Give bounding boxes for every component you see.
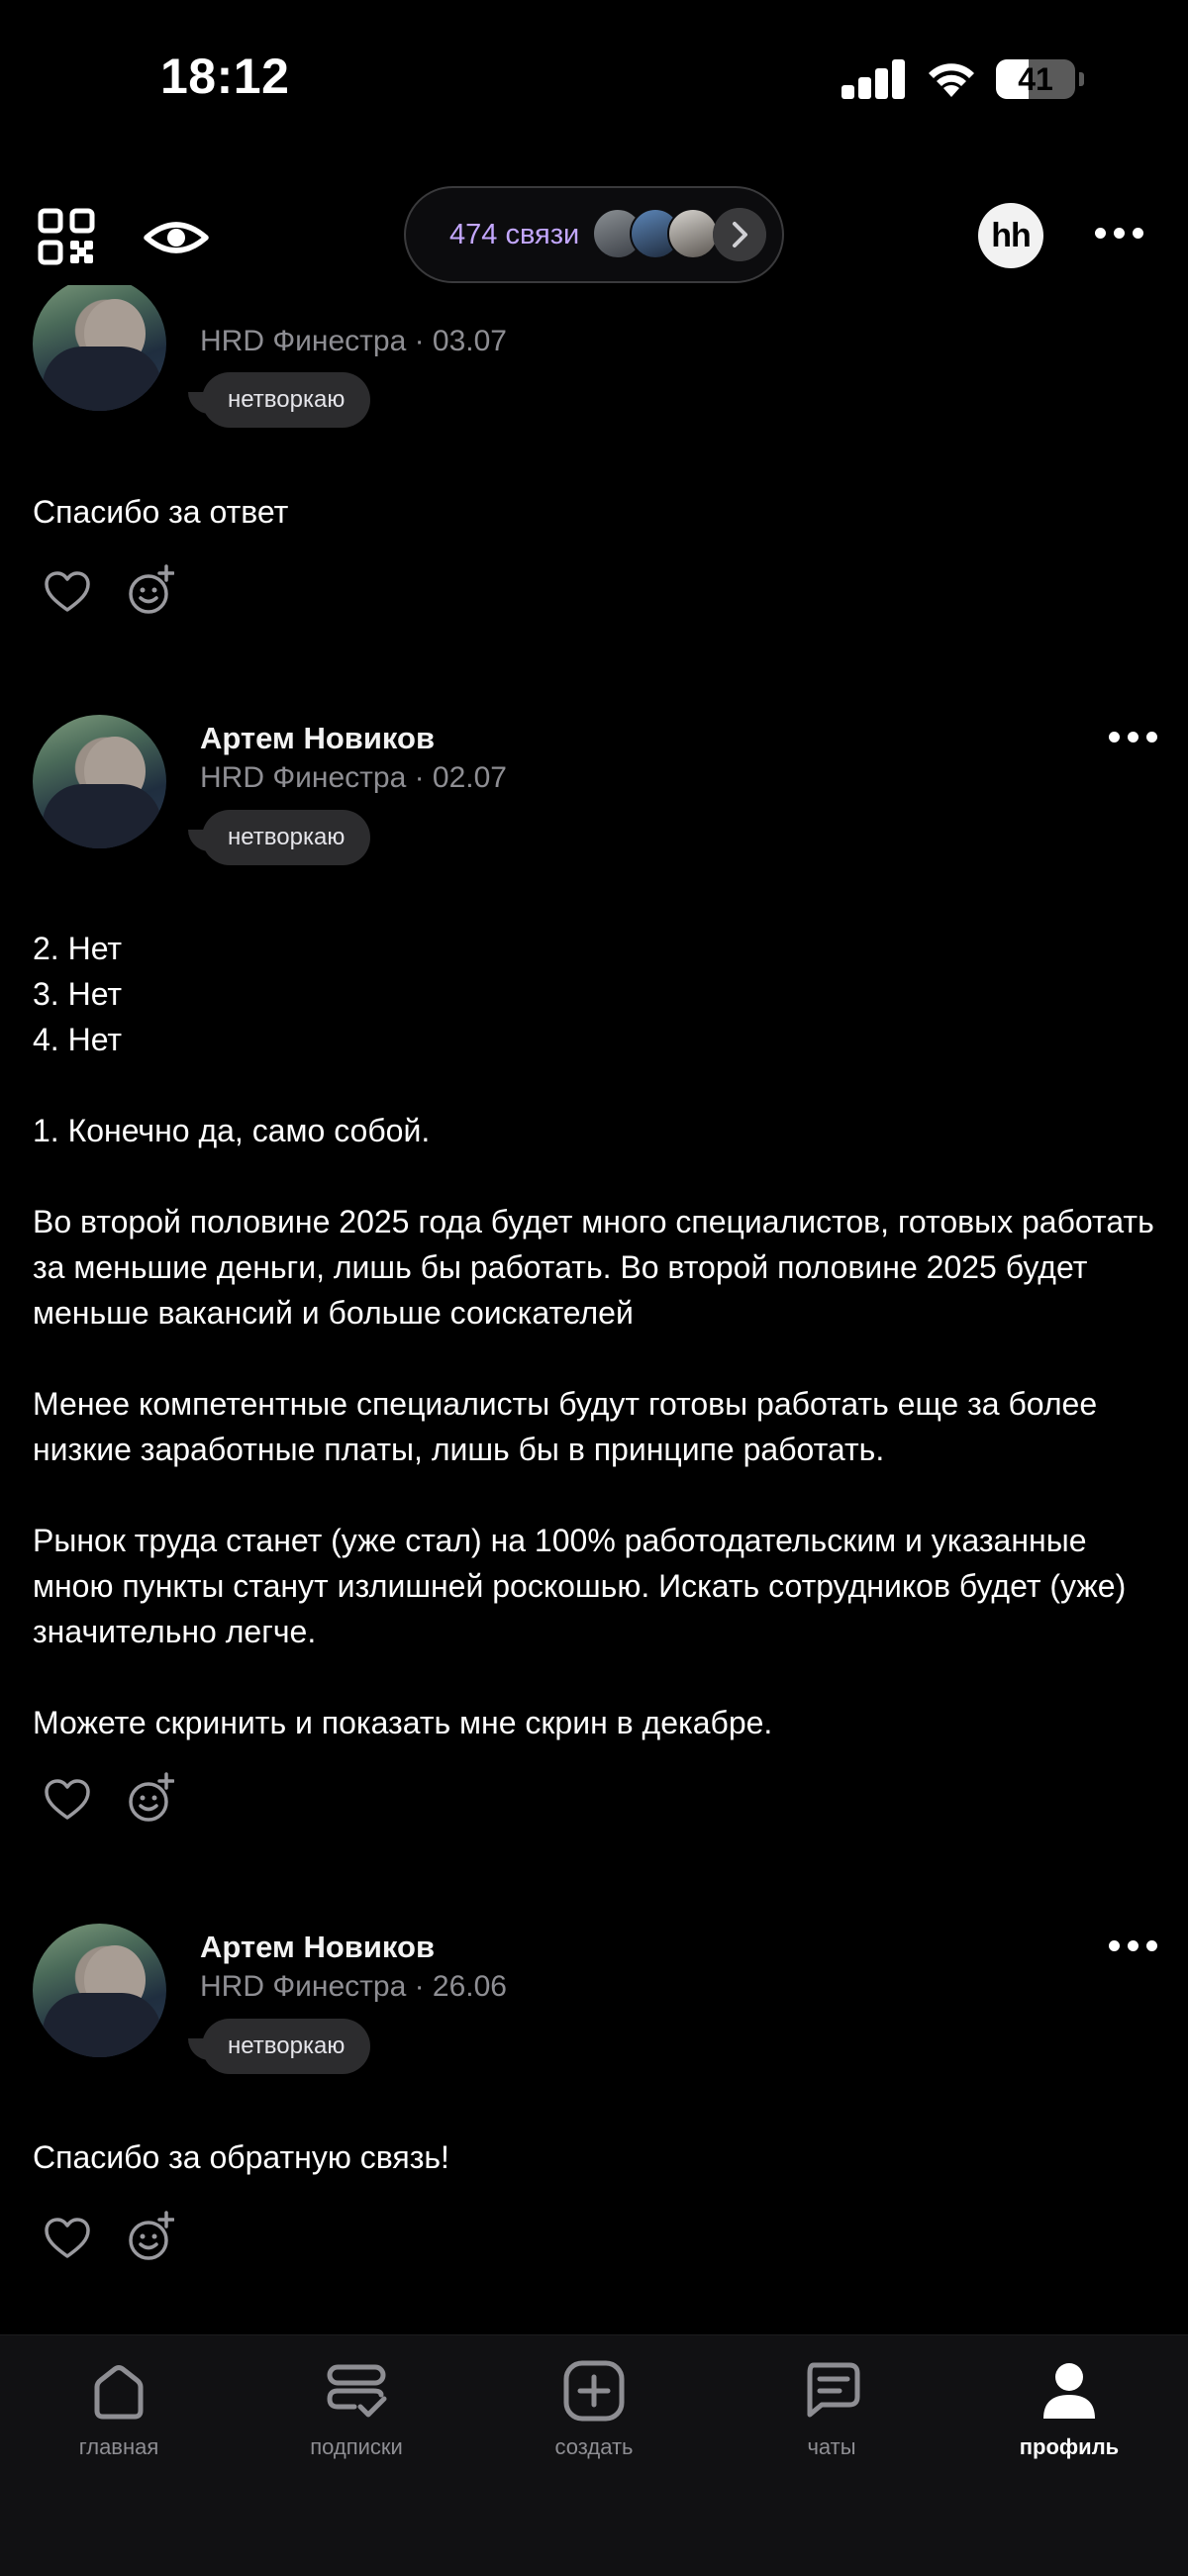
- post-author[interactable]: Артем Новиков: [200, 721, 435, 756]
- post: HRD Финестра · 03.07 нетворкаю Спасибо з…: [0, 0, 1188, 653]
- add-reaction-icon[interactable]: [127, 564, 174, 616]
- avatar[interactable]: [33, 285, 166, 411]
- profile-icon: [1043, 2363, 1095, 2419]
- nav-create[interactable]: создать: [505, 2359, 683, 2460]
- nav-subscriptions[interactable]: подписки: [267, 2359, 446, 2460]
- heart-icon[interactable]: [44, 1778, 91, 1822]
- status-tag: нетворкаю: [202, 810, 371, 865]
- status-tag: нетворкаю: [202, 2019, 371, 2074]
- home-icon: [94, 2365, 144, 2420]
- post-meta: HRD Финестра · 02.07: [200, 761, 507, 794]
- nav-label: чаты: [807, 2434, 856, 2459]
- post-actions: [44, 1772, 182, 1830]
- post-text: Спасибо за обратную связь!: [33, 2139, 449, 2175]
- heart-icon[interactable]: [44, 570, 91, 614]
- nav-home[interactable]: главная: [30, 2359, 208, 2460]
- avatar[interactable]: [33, 715, 166, 848]
- status-tag: нетворкаю: [202, 372, 371, 428]
- nav-label: подписки: [310, 2434, 403, 2459]
- chats-icon: [807, 2362, 860, 2418]
- add-reaction-icon[interactable]: [127, 1772, 174, 1824]
- post-text: 2. Нет 3. Нет 4. Нет 1. Конечно да, само…: [33, 931, 1154, 1740]
- add-reaction-icon[interactable]: [127, 2211, 174, 2262]
- post: Артем Новиков HRD Финестра · 26.06 нетво…: [0, 1902, 1188, 2298]
- post-more-icon[interactable]: [1109, 726, 1158, 747]
- avatar[interactable]: [33, 1924, 166, 2057]
- bottom-navigation: главная подписки создать чаты профиль: [0, 2334, 1188, 2576]
- heart-icon[interactable]: [44, 2217, 91, 2260]
- post-text: Спасибо за ответ: [33, 494, 289, 530]
- post-meta: HRD Финестра · 03.07: [200, 325, 507, 357]
- subscriptions-icon: [327, 2364, 387, 2418]
- nav-profile[interactable]: профиль: [980, 2359, 1158, 2460]
- create-icon: [563, 2360, 625, 2422]
- post-meta: HRD Финестра · 26.06: [200, 1970, 507, 2003]
- post-actions: [44, 564, 182, 622]
- post-author[interactable]: Артем Новиков: [200, 1930, 435, 1965]
- nav-label: главная: [78, 2434, 159, 2459]
- nav-chats[interactable]: чаты: [742, 2359, 921, 2460]
- post: Артем Новиков HRD Финестра · 02.07 нетво…: [0, 693, 1188, 1841]
- post-more-icon[interactable]: [1109, 1934, 1158, 1956]
- nav-label: профиль: [1019, 2434, 1120, 2459]
- post-actions: [44, 2211, 182, 2268]
- nav-label: создать: [554, 2434, 634, 2459]
